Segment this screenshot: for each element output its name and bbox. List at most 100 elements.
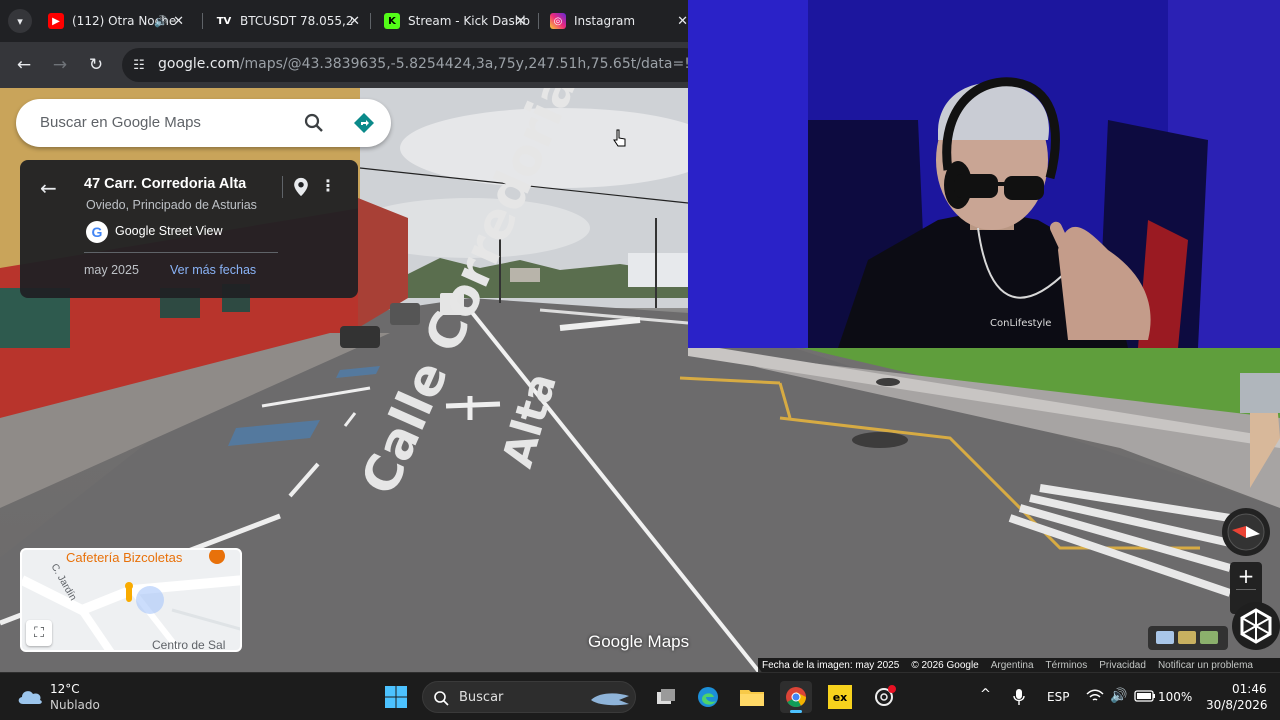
windows-logo-icon — [385, 686, 407, 708]
place-title: 47 Carr. Corredoria Alta — [84, 176, 247, 192]
task-view-button[interactable] — [650, 681, 682, 713]
speaker-icon: 🔊 — [154, 14, 168, 28]
divider — [282, 176, 283, 198]
taskbar-search-label: Buscar — [459, 690, 504, 705]
tab-search-button[interactable]: ▾ — [8, 9, 32, 33]
tradingview-icon: TV — [216, 13, 232, 29]
taskbar-search[interactable]: Buscar — [422, 681, 636, 713]
microphone-icon[interactable] — [1012, 688, 1026, 706]
google-logo-icon: G — [86, 221, 108, 243]
layer-thumbnails[interactable] — [1148, 626, 1228, 650]
folder-icon — [740, 690, 764, 706]
chrome-icon — [786, 687, 806, 707]
battery-percent: 100% — [1158, 690, 1193, 704]
capture-date: may 2025 — [84, 263, 139, 277]
place-info-card: ← 47 Carr. Corredoria Alta Oviedo, Princ… — [20, 160, 358, 298]
task-view-icon — [657, 689, 675, 704]
language-indicator[interactable]: ESP — [1047, 690, 1069, 704]
divider — [84, 252, 278, 253]
openai-app[interactable] — [868, 681, 900, 713]
browser-toolbar: ← → ↻ ☷ google.com/maps/@43.3839635,-5.8… — [0, 42, 781, 88]
layer-thumb[interactable] — [1178, 631, 1196, 644]
windows-taskbar: 12°C Nublado Buscar ex ^ ESP 🔊 100% 01:4… — [0, 672, 1280, 720]
layer-thumb[interactable] — [1200, 631, 1218, 644]
wifi-icon[interactable] — [1086, 689, 1104, 703]
hand-cursor-icon — [613, 129, 626, 147]
minimap-place-label-2[interactable]: Centro de Sal — [152, 638, 225, 650]
tab-instagram[interactable]: ◎ Instagram ✕ — [550, 0, 688, 42]
weather-temperature: 12°C — [50, 682, 80, 696]
minimap-place-label[interactable]: Cafetería Bizcoletas — [66, 550, 182, 565]
layer-thumb[interactable] — [1156, 631, 1174, 644]
site-settings-icon[interactable]: ☷ — [130, 56, 148, 74]
tab-label: Instagram — [574, 14, 636, 28]
tab-label: BTCUSDT 78.055,2 — [240, 14, 354, 28]
edge-icon — [698, 687, 718, 707]
active-indicator — [790, 710, 802, 713]
tab-divider — [370, 13, 371, 29]
country-link[interactable]: Argentina — [991, 660, 1034, 671]
openai-icon — [875, 685, 896, 706]
source-label: Google Street View — [115, 224, 223, 238]
tab-close-icon[interactable]: ✕ — [173, 14, 184, 29]
exness-icon: ex — [828, 685, 852, 709]
cloud-icon — [18, 691, 42, 704]
maps-search-box[interactable]: Buscar en Google Maps — [16, 99, 391, 147]
exness-app[interactable]: ex — [824, 681, 856, 713]
show-hidden-icons-icon[interactable]: ^ — [980, 687, 991, 702]
expand-map-icon[interactable]: ⛶ — [26, 620, 52, 646]
tab-close-icon[interactable]: ✕ — [349, 14, 360, 29]
browser-tab-strip: ▾ ▶ (112) Otra Noche ✕ 🔊 TV BTCUSDT 78.0… — [0, 0, 688, 42]
youtube-icon: ▶ — [48, 13, 64, 29]
instagram-icon: ◎ — [550, 13, 566, 29]
weather-widget[interactable]: 12°C Nublado — [16, 681, 126, 713]
copyright: © 2026 Google — [911, 660, 979, 671]
address-bar[interactable]: ☷ google.com/maps/@43.3839635,-5.8254424… — [122, 48, 781, 82]
reload-icon[interactable]: ↻ — [84, 53, 108, 77]
clock-date[interactable]: 30/8/2026 — [1206, 698, 1268, 712]
see-more-dates-link[interactable]: Ver más fechas — [170, 263, 256, 277]
hexagon-logo-icon — [1240, 608, 1272, 644]
minimap[interactable]: Cafetería Bizcoletas C. Jardín Centro de… — [20, 548, 242, 652]
edge-app[interactable] — [692, 681, 724, 713]
terms-link[interactable]: Términos — [1046, 660, 1088, 671]
search-icon[interactable] — [302, 111, 326, 135]
compass-icon — [1227, 513, 1265, 551]
place-subtitle: Oviedo, Principado de Asturias — [86, 198, 257, 212]
tab-close-icon[interactable]: ✕ — [677, 14, 688, 29]
image-date: Fecha de la imagen: may 2025 — [762, 660, 900, 671]
assistant-extension-icon[interactable] — [1232, 602, 1280, 650]
webcam-overlay: ConLifestyle — [688, 0, 1280, 348]
directions-icon[interactable] — [352, 111, 376, 135]
location-pin-icon[interactable] — [292, 177, 310, 197]
compass-control[interactable] — [1222, 508, 1270, 556]
forward-arrow-icon[interactable]: → — [48, 53, 72, 77]
start-button[interactable] — [380, 681, 412, 713]
tab-divider — [202, 13, 203, 29]
more-options-icon[interactable]: ⋮ — [320, 176, 336, 195]
tab-label: Stream - Kick Dashboard — [408, 14, 530, 28]
search-icon — [434, 691, 449, 706]
clock-time[interactable]: 01:46 — [1232, 682, 1267, 696]
back-arrow-icon[interactable]: ← — [40, 176, 57, 200]
volume-icon[interactable]: 🔊 — [1110, 688, 1127, 704]
tab-close-icon[interactable]: ✕ — [515, 14, 526, 29]
shirt-text: ConLifestyle — [990, 318, 1051, 329]
divider — [1236, 589, 1256, 590]
tab-youtube[interactable]: ▶ (112) Otra Noche ✕ 🔊 — [48, 0, 194, 42]
report-problem-link[interactable]: Notificar un problema — [1158, 660, 1253, 671]
kick-icon: K — [384, 13, 400, 29]
tab-tradingview[interactable]: TV BTCUSDT 78.055,2 ✕ — [216, 0, 362, 42]
search-input[interactable]: Buscar en Google Maps — [40, 114, 201, 131]
privacy-link[interactable]: Privacidad — [1099, 660, 1146, 671]
back-arrow-icon[interactable]: ← — [12, 53, 36, 77]
weather-condition: Nublado — [50, 698, 100, 712]
tab-kick[interactable]: K Stream - Kick Dashboard ✕ — [384, 0, 530, 42]
battery-icon[interactable] — [1134, 690, 1156, 702]
zoom-in-button[interactable]: + — [1230, 564, 1262, 588]
file-explorer-app[interactable] — [736, 681, 768, 713]
chrome-app[interactable] — [780, 681, 812, 713]
screen: Calle Corredoria Alta ▾ ▶ (112) Otra Noc… — [0, 0, 1280, 720]
url-host: google.com — [158, 56, 240, 72]
maps-footer: Fecha de la imagen: may 2025 © 2026 Goog… — [758, 658, 1280, 673]
